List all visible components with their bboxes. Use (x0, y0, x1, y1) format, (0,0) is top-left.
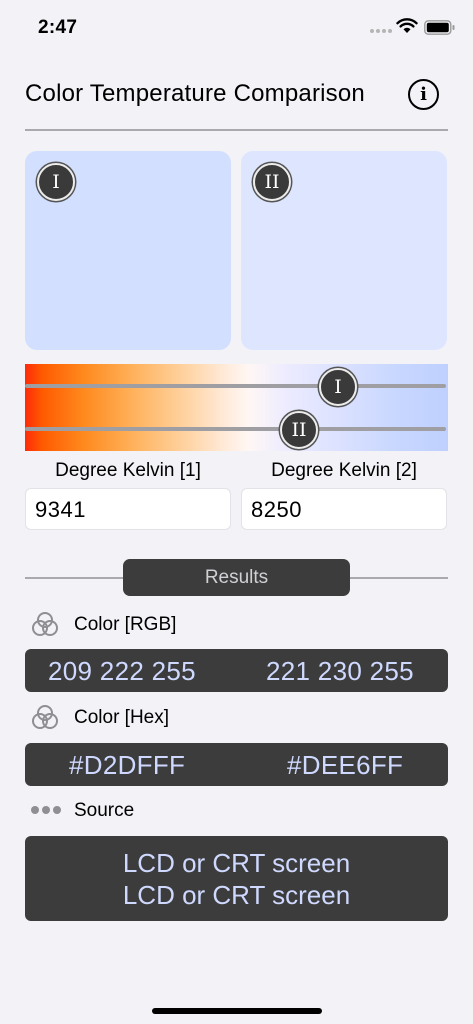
battery-icon (424, 20, 456, 40)
ellipsis-icon (30, 803, 62, 821)
rgb-values-box: 209 222 255 221 230 255 (25, 649, 448, 692)
kelvin-label-2: Degree Kelvin [2] (271, 460, 417, 481)
status-time: 2:47 (38, 17, 78, 38)
info-icon[interactable]: i (408, 79, 439, 110)
source-label: Source (74, 800, 135, 821)
slider-thumb-1[interactable]: I (319, 368, 357, 406)
temperature-gradient (25, 364, 448, 451)
rgb-label: Color [RGB] (74, 614, 177, 635)
home-indicator[interactable] (152, 1008, 322, 1014)
hex-value-1: #D2DFFF (69, 750, 186, 780)
slider-thumb-2[interactable]: II (280, 411, 318, 449)
divider (25, 129, 448, 131)
rgb-value-1: 209 222 255 (48, 656, 196, 686)
source-line-1: LCD or CRT screen (122, 847, 351, 878)
kelvin-label-1: Degree Kelvin [1] (55, 460, 201, 481)
source-line-2: LCD or CRT screen (122, 879, 351, 910)
page-title: Color Temperature Comparison (25, 80, 365, 107)
color-circles-icon (30, 611, 60, 642)
results-button[interactable]: Results (123, 559, 350, 596)
kelvin-input-1[interactable]: 9341 (25, 488, 231, 530)
source-box: LCD or CRT screen LCD or CRT screen (25, 836, 448, 921)
kelvin-input-2[interactable]: 8250 (241, 488, 447, 530)
hex-label: Color [Hex] (74, 707, 170, 728)
signal-dots-icon (370, 29, 392, 33)
swatch-badge-1: I (37, 163, 75, 201)
wifi-icon (396, 18, 418, 39)
swatch-badge-2: II (253, 163, 291, 201)
color-circles-icon (30, 704, 60, 735)
slider-track-1[interactable] (25, 384, 446, 388)
hex-value-2: #DEE6FF (287, 750, 404, 780)
hex-values-box: #D2DFFF #DEE6FF (25, 743, 448, 786)
rgb-value-2: 221 230 255 (266, 656, 414, 686)
slider-track-2[interactable] (25, 427, 446, 431)
